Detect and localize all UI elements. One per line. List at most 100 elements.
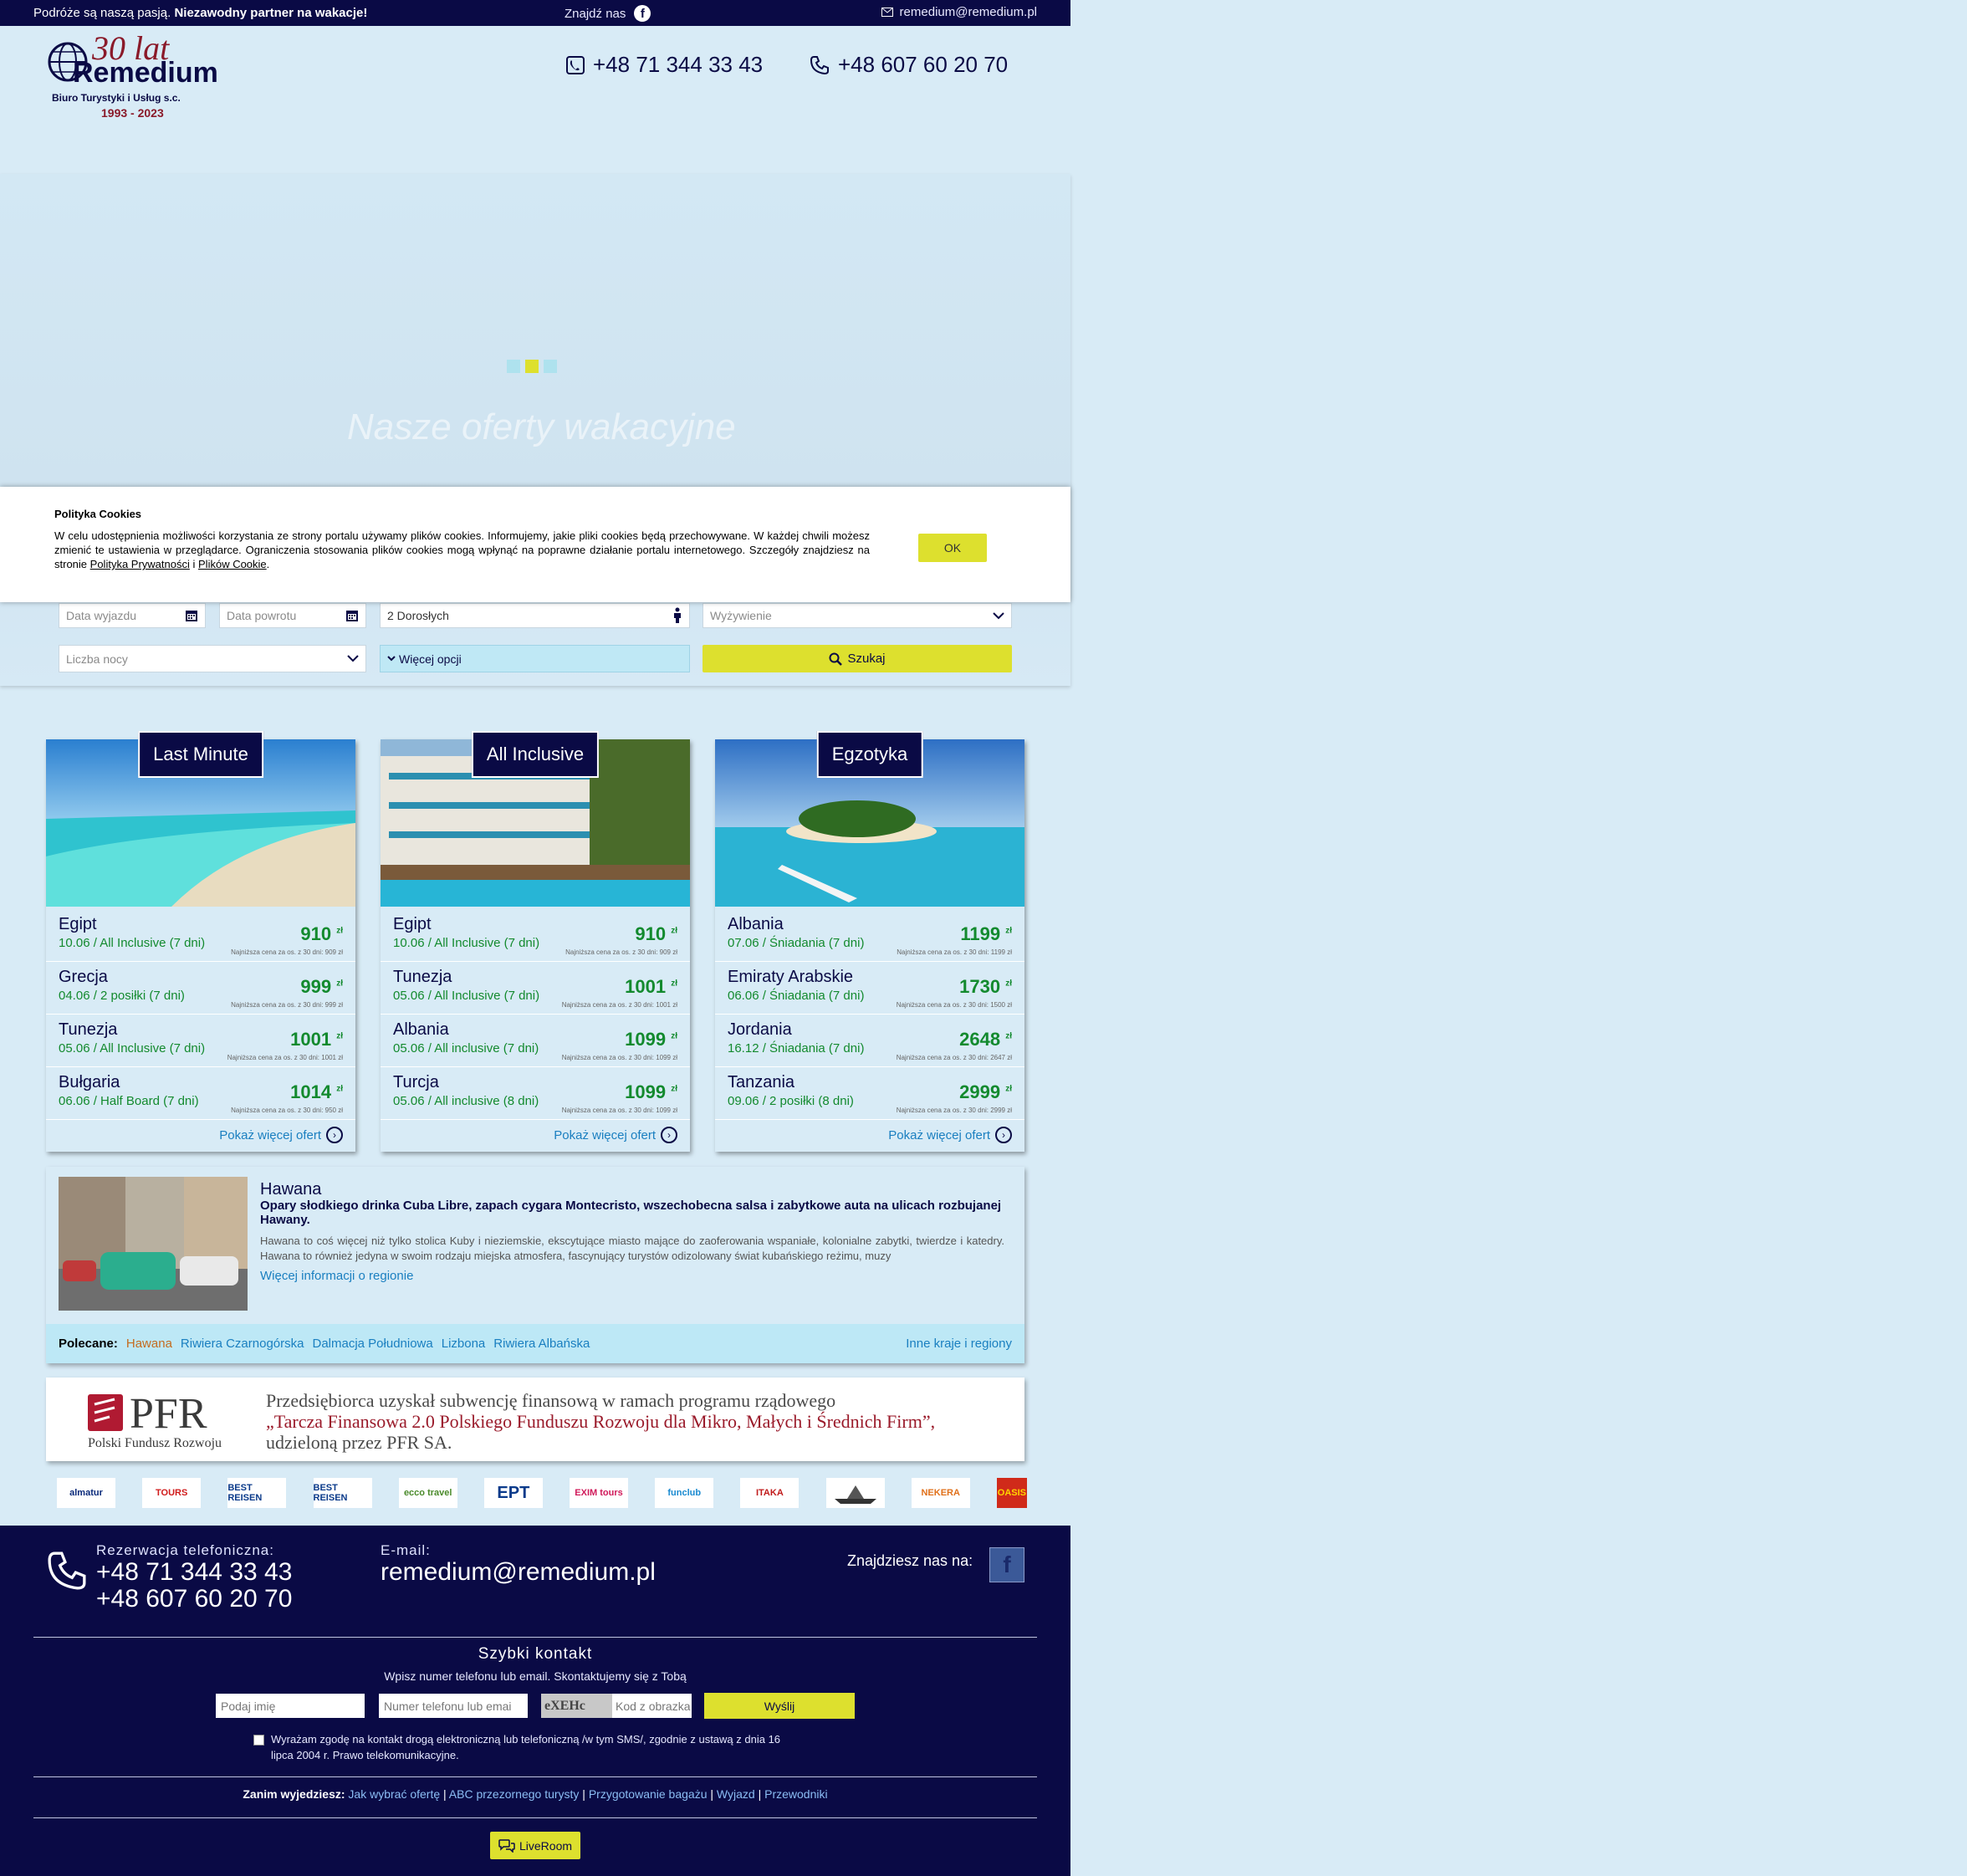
offer-destination: Tanzania — [728, 1073, 795, 1091]
facebook-icon[interactable]: f — [634, 5, 651, 22]
remedium-logo[interactable]: 30 lat Remedium Biuro Turystyki i Usług … — [46, 29, 218, 122]
partner-logo[interactable]: BEST REISEN — [313, 1478, 372, 1508]
consent-checkbox-row[interactable]: Wyrażam zgodę na kontakt drogą elektroni… — [253, 1731, 805, 1763]
offer-row[interactable]: Tunezja 05.06 / All Inclusive (7 dni) 10… — [381, 961, 690, 1015]
partner-logo[interactable]: OASIS — [996, 1478, 1027, 1508]
before-link[interactable]: Jak wybrać ofertę — [348, 1787, 440, 1801]
offer-price: 1730 zł — [959, 976, 1012, 997]
people-field[interactable]: 2 Dorosłych — [380, 603, 690, 628]
recommended-link[interactable]: Lizbona — [442, 1337, 486, 1351]
region-description: Hawana to coś więcej niż tylko stolica K… — [260, 1234, 1004, 1262]
offer-row[interactable]: Albania 07.06 / Śniadania (7 dni) 1199 z… — [715, 908, 1024, 962]
quick-contact-title: Szybki kontakt — [478, 1645, 593, 1663]
privacy-policy-link[interactable]: Polityka Prywatności — [90, 558, 190, 570]
footer-divider — [33, 1817, 1037, 1818]
recommended-link[interactable]: Riwiera Czarnogórska — [181, 1337, 304, 1351]
liveroom-button[interactable]: LiveRoom — [490, 1832, 580, 1859]
before-link[interactable]: Przewodniki — [764, 1787, 827, 1801]
offer-lowest-price: Najniższa cena za os. z 30 dni: 999 zł — [231, 1001, 343, 1009]
recommended-link[interactable]: Hawana — [126, 1337, 172, 1351]
partner-logo[interactable]: ITAKA — [740, 1478, 800, 1508]
board-select[interactable]: Wyżywienie — [702, 603, 1012, 628]
offer-row[interactable]: Egipt 10.06 / All Inclusive (7 dni) 910 … — [381, 908, 690, 962]
cookie-ok-button[interactable]: OK — [918, 534, 987, 562]
partner-logo[interactable]: EXIM tours — [570, 1478, 629, 1508]
logo-dates: 1993 - 2023 — [101, 106, 164, 120]
before-link[interactable]: ABC przezornego turysty — [449, 1787, 580, 1801]
offer-tag[interactable]: Last Minute — [138, 731, 263, 778]
offer-tag[interactable]: Egzotyka — [816, 731, 923, 778]
partner-logo[interactable]: EPT — [483, 1478, 543, 1508]
region-more-link[interactable]: Więcej informacji o regionie — [260, 1269, 413, 1283]
header-phone-2[interactable]: +48 607 60 20 70 — [810, 52, 1008, 78]
partner-logo[interactable]: TOURS — [142, 1478, 202, 1508]
return-date-placeholder: Data powrotu — [227, 609, 297, 622]
departure-date-field[interactable]: Data wyjazdu — [59, 603, 206, 628]
offer-row[interactable]: Emiraty Arabskie 06.06 / Śniadania (7 dn… — [715, 961, 1024, 1015]
offer-lowest-price: Najniższa cena za os. z 30 dni: 2647 zł — [896, 1054, 1012, 1061]
footer-email[interactable]: remedium@remedium.pl — [381, 1559, 656, 1586]
partner-logo-boat[interactable] — [825, 1478, 885, 1508]
offer-row[interactable]: Egipt 10.06 / All Inclusive (7 dni) 910 … — [46, 908, 355, 962]
captcha-placeholder: Kod z obrazka — [616, 1699, 691, 1713]
other-regions-link[interactable]: Inne kraje i regiony — [906, 1337, 1012, 1351]
return-date-field[interactable]: Data powrotu — [219, 603, 366, 628]
partner-logo[interactable]: funclub — [655, 1478, 714, 1508]
cookie-files-link[interactable]: Plików Cookie — [198, 558, 267, 570]
find-us-top[interactable]: Znajdź nas f — [565, 5, 651, 22]
partner-logo[interactable]: NEKERA — [911, 1478, 970, 1508]
recommended-link[interactable]: Riwiera Albańska — [493, 1337, 590, 1351]
phone-or-email-input[interactable]: Numer telefonu lub emai — [379, 1694, 528, 1718]
partner-logos: almatur TOURS BEST REISEN BEST REISEN ec… — [57, 1478, 1027, 1510]
footer-phone-1[interactable]: +48 71 344 33 43 — [96, 1559, 292, 1586]
offer-tag[interactable]: All Inclusive — [471, 731, 600, 778]
phone-icon — [48, 1551, 86, 1590]
offer-price: 1014 zł — [290, 1081, 343, 1102]
ship-logo-icon — [834, 1485, 876, 1504]
offer-row[interactable]: Albania 05.06 / All inclusive (7 dni) 10… — [381, 1014, 690, 1067]
offer-row[interactable]: Tanzania 09.06 / 2 posiłki (8 dni) 2999 … — [715, 1066, 1024, 1120]
partner-logo[interactable]: BEST REISEN — [227, 1478, 287, 1508]
find-us-label: Znajdź nas — [565, 6, 626, 21]
loader-dot — [507, 360, 520, 373]
phone-box-icon — [566, 55, 585, 74]
recommended-link[interactable]: Dalmacja Południowa — [312, 1337, 432, 1351]
person-icon — [674, 607, 681, 623]
offer-row[interactable]: Bułgaria 06.06 / Half Board (7 dni) 1014… — [46, 1066, 355, 1120]
offer-destination: Grecja — [59, 968, 108, 986]
consent-checkbox[interactable] — [253, 1735, 264, 1746]
offer-price: 1001 zł — [290, 1029, 343, 1050]
pfr-logo-text: PFR — [130, 1390, 207, 1438]
partner-logo[interactable]: almatur — [57, 1478, 115, 1508]
offer-lowest-price: Najniższa cena za os. z 30 dni: 909 zł — [565, 948, 677, 956]
offer-row[interactable]: Turcja 05.06 / All inclusive (8 dni) 109… — [381, 1066, 690, 1120]
partner-logo[interactable]: ecco travel — [398, 1478, 457, 1508]
offer-lowest-price: Najniższa cena za os. z 30 dni: 1099 zł — [561, 1054, 677, 1061]
footer-phone-2[interactable]: +48 607 60 20 70 — [96, 1586, 292, 1613]
show-more-offers-link[interactable]: Pokaż więcej ofert › — [888, 1127, 1012, 1143]
search-button[interactable]: Szukaj — [702, 645, 1012, 672]
captcha-field[interactable]: eXEHc Kod z obrazka — [541, 1694, 692, 1718]
before-link[interactable]: Wyjazd — [717, 1787, 755, 1801]
offer-details: 05.06 / All Inclusive (7 dni) — [59, 1041, 206, 1056]
offer-row[interactable]: Grecja 04.06 / 2 posiłki (7 dni) 999 zł … — [46, 961, 355, 1015]
facebook-icon[interactable]: f — [989, 1547, 1024, 1582]
more-options-button[interactable]: Więcej opcji — [380, 645, 690, 672]
offer-destination: Tunezja — [59, 1020, 118, 1039]
before-link[interactable]: Przygotowanie bagażu — [589, 1787, 708, 1801]
show-more-offers-link[interactable]: Pokaż więcej ofert › — [219, 1127, 343, 1143]
name-input[interactable]: Podaj imię — [216, 1694, 365, 1718]
nights-select[interactable]: Liczba nocy — [59, 645, 366, 672]
top-email[interactable]: remedium@remedium.pl — [881, 5, 1037, 19]
offer-card-exotic: Egzotyka Albania 07.06 / Śniadania (7 dn… — [715, 731, 1024, 1152]
offer-lowest-price: Najniższa cena za os. z 30 dni: 1199 zł — [897, 948, 1012, 956]
send-button[interactable]: Wyślij — [704, 1693, 855, 1719]
loader-dot — [544, 360, 557, 373]
offer-details: 10.06 / All Inclusive (7 dni) — [393, 936, 540, 950]
logo-sub: Biuro Turystyki i Usług s.c. — [52, 92, 181, 104]
show-more-offers-link[interactable]: Pokaż więcej ofert › — [554, 1127, 677, 1143]
search-icon — [829, 652, 843, 666]
offer-row[interactable]: Tunezja 05.06 / All Inclusive (7 dni) 10… — [46, 1014, 355, 1067]
offer-row[interactable]: Jordania 16.12 / Śniadania (7 dni) 2648 … — [715, 1014, 1024, 1067]
header-phone-1[interactable]: +48 71 344 33 43 — [566, 52, 763, 78]
